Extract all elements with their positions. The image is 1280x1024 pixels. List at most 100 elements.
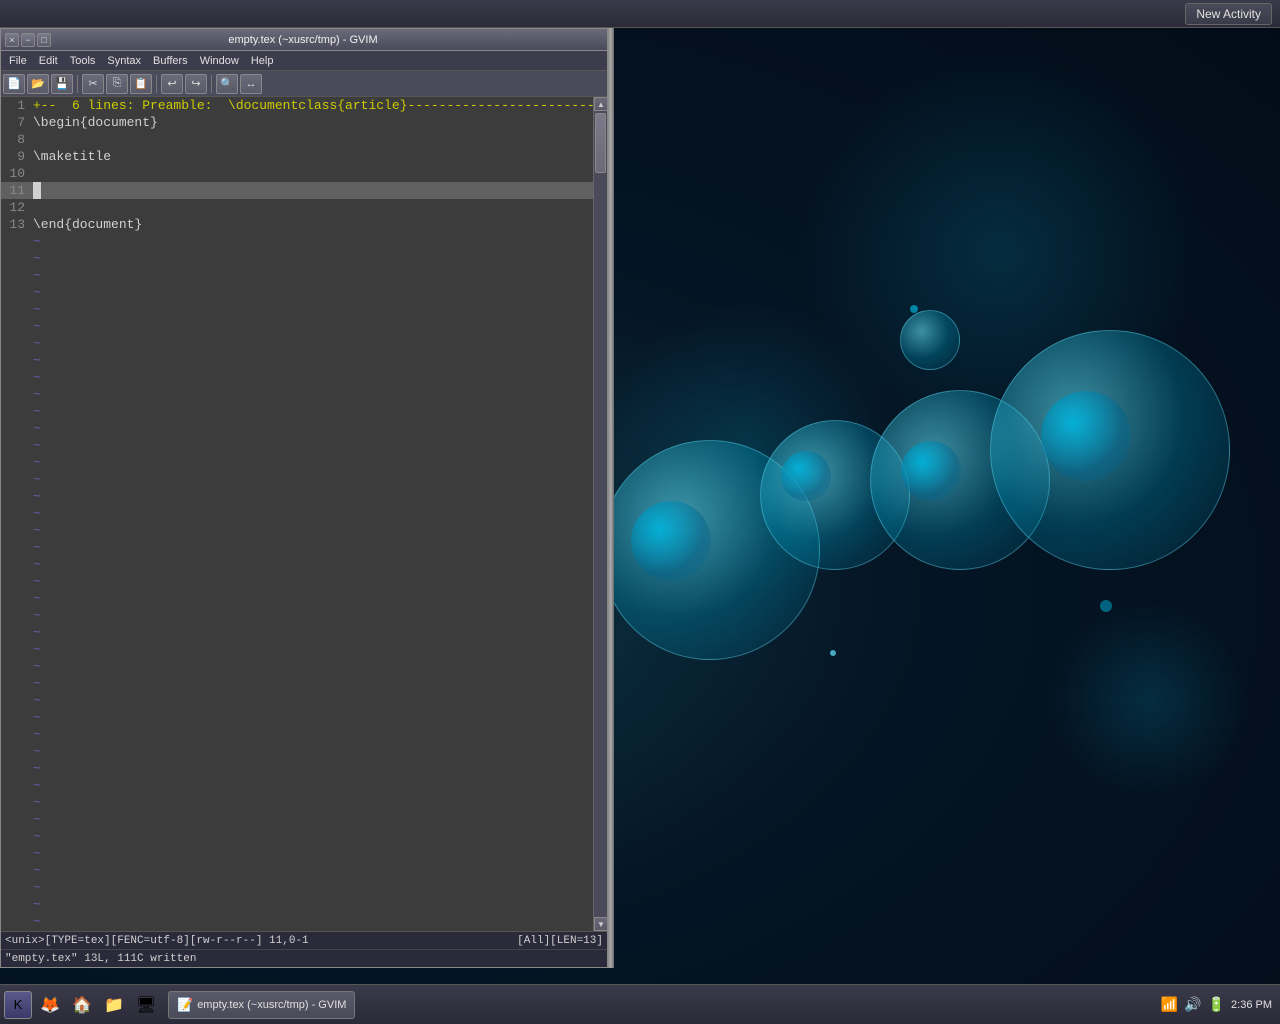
toolbar-redo[interactable]: ↪ [185,74,207,94]
toolbar-sep-3 [211,75,212,93]
gvim-scrollbar[interactable]: ▲ ▼ [593,97,607,931]
tilde-row-15: ~ [1,471,593,488]
tilde-3: ~ [29,267,593,284]
taskbar-app-label: empty.tex (~xusrc/tmp) - GVIM [197,999,346,1011]
tilde-row-18: ~ [1,522,593,539]
tilde-num-4 [1,284,29,301]
toolbar-find[interactable]: 🔍 [216,74,238,94]
tilde-num-2 [1,250,29,267]
taskbar-gvim-app[interactable]: 📝 empty.tex (~xusrc/tmp) - GVIM [168,991,355,1019]
tilde-30: ~ [29,726,593,743]
menu-help[interactable]: Help [245,51,280,70]
line-row-7: 7 \begin{document} [1,114,593,131]
toolbar-copy[interactable]: ⎘ [106,74,128,94]
menu-buffers[interactable]: Buffers [147,51,194,70]
menu-file[interactable]: File [3,51,33,70]
tilde-num-42 [1,930,29,931]
scroll-track[interactable] [594,111,607,917]
line-row-13: 13 \end{document} [1,216,593,233]
network-icon[interactable]: 📶 [1161,996,1178,1013]
tilde-1: ~ [29,233,593,250]
battery-icon[interactable]: 🔋 [1208,996,1225,1013]
tilde-row-27: ~ [1,675,593,692]
tilde-row-7: ~ [1,335,593,352]
tilde-row-28: ~ [1,692,593,709]
tilde-num-23 [1,607,29,624]
taskbar-icon-browser[interactable]: 🦊 [36,991,64,1019]
gvim-close-button[interactable]: × [5,33,19,47]
tilde-row-23: ~ [1,607,593,624]
tilde-17: ~ [29,505,593,522]
tilde-27: ~ [29,675,593,692]
toolbar-new[interactable]: 📄 [3,74,25,94]
tilde-num-5 [1,301,29,318]
tilde-num-1 [1,233,29,250]
start-menu-button[interactable]: K [4,991,32,1019]
bubble-inner-3 [901,441,961,501]
tilde-row-39: ~ [1,879,593,896]
new-activity-button[interactable]: New Activity [1185,3,1272,25]
menu-syntax[interactable]: Syntax [101,51,147,70]
tilde-num-9 [1,369,29,386]
tilde-row-25: ~ [1,641,593,658]
tilde-40: ~ [29,896,593,913]
taskbar-icon-home[interactable]: 🏠 [68,991,96,1019]
tilde-num-21 [1,573,29,590]
toolbar-save[interactable]: 💾 [51,74,73,94]
gvim-maximize-button[interactable]: □ [37,33,51,47]
tilde-5: ~ [29,301,593,318]
line-num-12: 12 [1,199,29,216]
menu-tools[interactable]: Tools [64,51,102,70]
tilde-num-32 [1,760,29,777]
tilde-row-2: ~ [1,250,593,267]
tilde-28: ~ [29,692,593,709]
scroll-up-button[interactable]: ▲ [594,97,607,111]
tilde-row-38: ~ [1,862,593,879]
line-content-10 [29,165,593,182]
tilde-8: ~ [29,352,593,369]
tilde-num-20 [1,556,29,573]
gvim-editor[interactable]: 1 +-- 6 lines: Preamble: \documentclass{… [1,97,593,931]
gvim-minimize-button[interactable]: − [21,33,35,47]
tilde-row-35: ~ [1,811,593,828]
scroll-thumb[interactable] [595,113,606,173]
bubble-inner-1 [631,501,711,581]
tilde-13: ~ [29,437,593,454]
menu-edit[interactable]: Edit [33,51,64,70]
toolbar-cut[interactable]: ✂ [82,74,104,94]
toolbar-replace[interactable]: ↔ [240,74,262,94]
tilde-18: ~ [29,522,593,539]
gvim-window-controls: × − □ [5,33,51,47]
tilde-num-36 [1,828,29,845]
taskbar-icon-terminal[interactable]: 🖥 [132,991,160,1019]
taskbar-icon-files[interactable]: 📁 [100,991,128,1019]
toolbar-sep-2 [156,75,157,93]
scroll-down-button[interactable]: ▼ [594,917,607,931]
menu-window[interactable]: Window [194,51,245,70]
tilde-num-11 [1,403,29,420]
line-num-11: 11 [1,182,29,199]
tilde-10: ~ [29,386,593,403]
tilde-row-30: ~ [1,726,593,743]
tilde-num-17 [1,505,29,522]
tilde-row-1: ~ [1,233,593,250]
tilde-row-41: ~ [1,913,593,930]
toolbar-open[interactable]: 📂 [27,74,49,94]
gvim-menubar: File Edit Tools Syntax Buffers Window He… [1,51,607,71]
volume-icon[interactable]: 🔊 [1184,996,1201,1013]
tilde-37: ~ [29,845,593,862]
tilde-4: ~ [29,284,593,301]
tilde-20: ~ [29,556,593,573]
tilde-row-36: ~ [1,828,593,845]
system-clock[interactable]: 2:36 PM [1231,999,1272,1011]
tilde-row-24: ~ [1,624,593,641]
toolbar-paste[interactable]: 📋 [130,74,152,94]
toolbar-undo[interactable]: ↩ [161,74,183,94]
tilde-row-33: ~ [1,777,593,794]
statusbar-right: [All][LEN=13] [517,935,603,947]
statusbar-left: <unix>[TYPE=tex][FENC=utf-8][rw-r--r--] … [5,935,309,947]
gvim-statusbar: <unix>[TYPE=tex][FENC=utf-8][rw-r--r--] … [1,931,607,949]
tilde-row-13: ~ [1,437,593,454]
tilde-row-26: ~ [1,658,593,675]
tilde-row-10: ~ [1,386,593,403]
